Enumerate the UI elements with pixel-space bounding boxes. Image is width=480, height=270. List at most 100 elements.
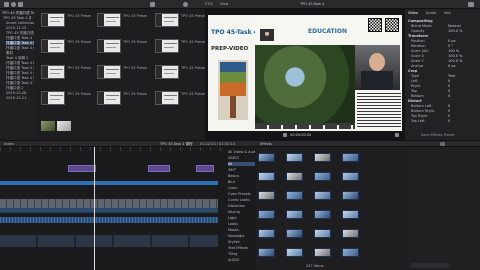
save-effects-preset-button[interactable]: Save Effects Preset bbox=[421, 133, 455, 137]
library-item[interactable]: 托福口语 Task 4 字幕 bbox=[6, 81, 34, 85]
title-clip-3[interactable] bbox=[196, 165, 214, 172]
effects-category[interactable]: Stylize bbox=[228, 240, 255, 244]
inspector-row-value[interactable]: 100.0 % bbox=[448, 54, 476, 58]
connected-clip-track[interactable] bbox=[0, 181, 218, 185]
effect-thumbnail[interactable] bbox=[314, 172, 331, 181]
library-item[interactable]: 托福口语 Task 4 总结 bbox=[6, 71, 34, 75]
inspector-row-value[interactable]: Trim bbox=[448, 74, 476, 78]
primary-storyline[interactable] bbox=[0, 199, 218, 213]
effect-thumbnail[interactable] bbox=[286, 229, 303, 238]
fullscreen-icon[interactable] bbox=[395, 133, 399, 137]
effect-thumbnail[interactable] bbox=[342, 191, 359, 200]
title-clip-2[interactable] bbox=[148, 165, 170, 172]
effect-thumbnail[interactable] bbox=[258, 172, 275, 181]
library-toggle-icon[interactable] bbox=[4, 2, 9, 7]
inspector-section-header[interactable]: Distort bbox=[408, 99, 422, 103]
browser-clip-thumb-b[interactable] bbox=[57, 121, 71, 131]
effect-thumbnail[interactable] bbox=[314, 153, 331, 162]
inspector-tab[interactable]: Info bbox=[444, 11, 451, 15]
browser-clip-thumb[interactable] bbox=[41, 39, 65, 53]
index-button[interactable]: Index bbox=[4, 142, 14, 146]
zoom-level[interactable]: 27% bbox=[205, 2, 213, 6]
viewer-timecode[interactable]: 00:00:00:00 bbox=[290, 133, 311, 137]
inspector-row-value[interactable]: 0 bbox=[448, 114, 476, 118]
browser-clip-thumb[interactable] bbox=[155, 39, 179, 53]
effects-category[interactable]: Color Presets bbox=[228, 192, 255, 196]
effects-category[interactable]: Distortion bbox=[228, 204, 255, 208]
effect-thumbnail[interactable] bbox=[314, 210, 331, 219]
browser-clip-thumb[interactable] bbox=[97, 65, 121, 79]
audio-track[interactable] bbox=[0, 217, 218, 223]
inspector-section-header[interactable]: Compositing bbox=[408, 19, 433, 23]
library-item[interactable]: 托福口语 Task 4 bbox=[6, 36, 34, 40]
effect-thumbnail[interactable] bbox=[286, 172, 303, 181]
library-item[interactable]: 2019-10-28 bbox=[6, 91, 34, 95]
browser-clip-thumb-a[interactable] bbox=[41, 121, 55, 131]
browser-clip-thumb[interactable] bbox=[155, 91, 179, 105]
library-item[interactable]: 素材 bbox=[6, 51, 34, 55]
effect-thumbnail[interactable] bbox=[342, 153, 359, 162]
library-item[interactable]: 托福口语 Task 4 讲解 bbox=[6, 46, 34, 50]
effect-thumbnail[interactable] bbox=[342, 229, 359, 238]
inspector-row-value[interactable]: 0 bbox=[448, 104, 476, 108]
timeline-ruler[interactable] bbox=[0, 147, 226, 151]
effects-category[interactable]: All bbox=[228, 162, 255, 166]
inspector-row-value[interactable]: 100 % bbox=[448, 49, 476, 53]
browser-clip-thumb[interactable] bbox=[41, 91, 65, 105]
view-menu[interactable]: View bbox=[220, 2, 228, 6]
inspector-row-value[interactable]: 100.0 % bbox=[448, 29, 476, 33]
effect-thumbnail[interactable] bbox=[258, 153, 275, 162]
library-item[interactable]: 托福口语 Task 4 课件 bbox=[6, 41, 34, 45]
inspector-row-value[interactable]: 0 bbox=[448, 79, 476, 83]
library-item[interactable]: 托福口语 2 bbox=[6, 86, 34, 90]
library-item[interactable]: Smart Collections bbox=[6, 21, 34, 25]
effect-thumbnail[interactable] bbox=[286, 210, 303, 219]
effect-thumbnail[interactable] bbox=[342, 210, 359, 219]
effects-category[interactable]: Comic Looks bbox=[228, 198, 255, 202]
effects-category[interactable]: Basics bbox=[228, 174, 255, 178]
effects-category[interactable]: Keying bbox=[228, 210, 255, 214]
inspector-row-value[interactable]: Normal bbox=[448, 24, 476, 28]
inspector-row-value[interactable]: 0 px bbox=[448, 64, 476, 68]
viewer-canvas[interactable]: TPO 45-Task 4 PREP-VIDEO EDUCATION bbox=[208, 15, 402, 131]
inspector-row-value[interactable]: 0 bbox=[448, 94, 476, 98]
effects-category[interactable]: 360° bbox=[228, 168, 255, 172]
effect-thumbnail[interactable] bbox=[258, 248, 275, 257]
library-item[interactable]: 2019-10-21 bbox=[6, 96, 34, 100]
browser-clip-thumb[interactable] bbox=[41, 65, 65, 79]
library-item[interactable]: 托福口语 Task 4 录音 bbox=[6, 76, 34, 80]
inspector-tab[interactable]: Audio bbox=[426, 11, 436, 15]
secondary-clip-row[interactable] bbox=[0, 235, 218, 247]
effect-thumbnail[interactable] bbox=[286, 191, 303, 200]
titles-icon[interactable] bbox=[18, 2, 23, 7]
library-item[interactable]: TPO 45 托福口语 bbox=[6, 31, 34, 35]
browser-clip-thumb[interactable] bbox=[41, 13, 65, 27]
library-item[interactable]: 托福口语 Task 4 练习 bbox=[6, 61, 34, 65]
effects-category[interactable]: Looks bbox=[228, 222, 255, 226]
title-clip-1[interactable] bbox=[68, 165, 96, 172]
effect-thumbnail[interactable] bbox=[258, 229, 275, 238]
inspector-row-value[interactable]: 0 bbox=[448, 109, 476, 113]
browser-clip-thumb[interactable] bbox=[97, 91, 121, 105]
effect-thumbnail[interactable] bbox=[314, 248, 331, 257]
photos-icon[interactable] bbox=[11, 2, 16, 7]
inspector-row-value[interactable]: 0 bbox=[448, 119, 476, 123]
inspector-row-value[interactable]: 0 ° bbox=[448, 44, 476, 48]
browser-clip-thumb[interactable] bbox=[97, 13, 121, 27]
inspector-row-value[interactable]: 100.0 % bbox=[448, 59, 476, 63]
filter-icon[interactable] bbox=[150, 2, 155, 7]
effects-category[interactable]: Text Effects bbox=[228, 246, 255, 250]
browser-clip-thumb[interactable] bbox=[155, 13, 179, 27]
effects-category[interactable]: Blur bbox=[228, 180, 255, 184]
inspector-row-value[interactable]: 0 px bbox=[448, 39, 476, 43]
inspector-toggle-icon[interactable] bbox=[468, 2, 474, 7]
library-item[interactable]: TPO 45 Task 4 课程 bbox=[3, 16, 31, 20]
effect-thumbnail[interactable] bbox=[258, 210, 275, 219]
effect-thumbnail[interactable] bbox=[258, 191, 275, 200]
effect-thumbnail[interactable] bbox=[314, 229, 331, 238]
inspector-section-header[interactable]: Crop bbox=[408, 69, 417, 73]
search-icon[interactable] bbox=[183, 2, 188, 7]
browser-clip-thumb[interactable] bbox=[97, 39, 121, 53]
effect-thumbnail[interactable] bbox=[314, 191, 331, 200]
effect-thumbnail[interactable] bbox=[286, 248, 303, 257]
